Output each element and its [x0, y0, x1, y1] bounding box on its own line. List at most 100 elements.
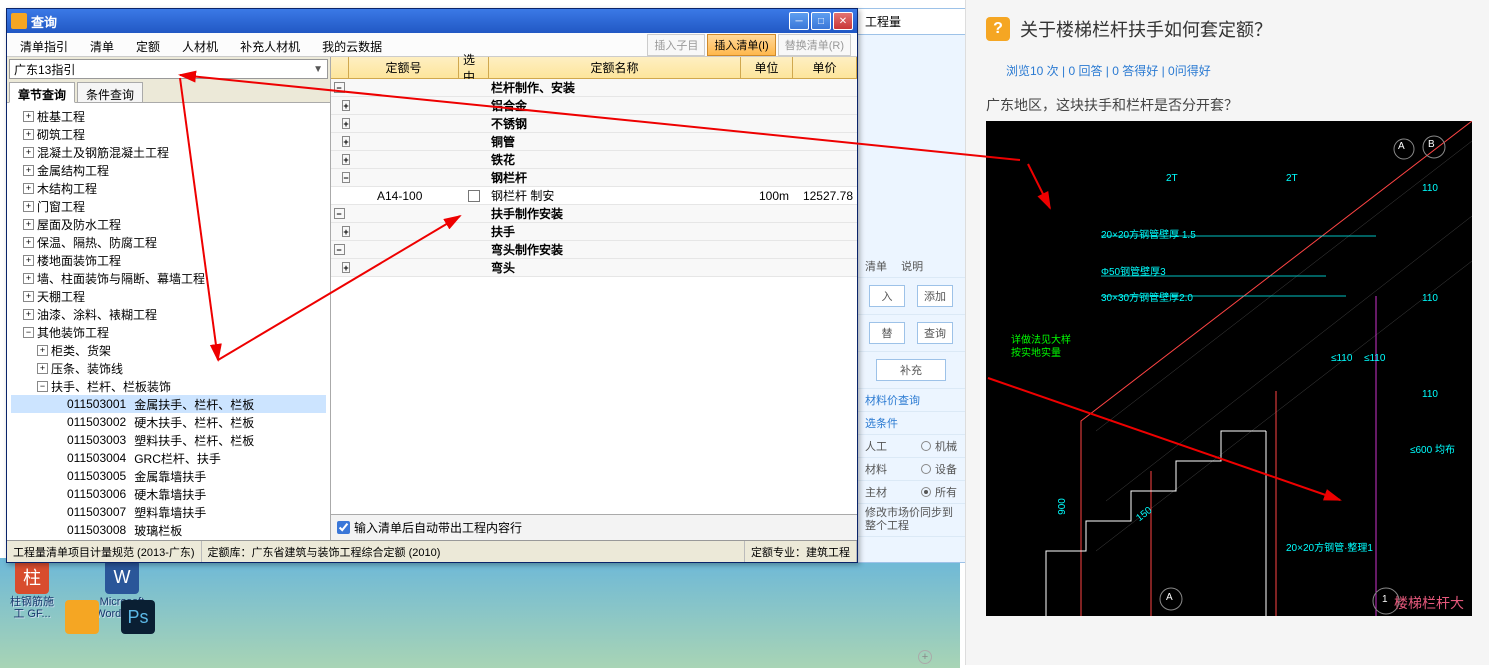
group-row[interactable]: +扶手	[331, 223, 857, 241]
group-row[interactable]: −钢栏杆	[331, 169, 857, 187]
expand-icon[interactable]: +	[342, 154, 349, 165]
tree-node[interactable]: 扶手、栏杆、栏板装饰	[11, 377, 326, 395]
group-row[interactable]: +铜管	[331, 133, 857, 151]
menu-2[interactable]: 定额	[125, 33, 171, 56]
menu-5[interactable]: 我的云数据	[311, 33, 393, 56]
group-row[interactable]: −栏杆制作、安装	[331, 79, 857, 97]
item-label: 硬木扶手、栏杆、栏板	[134, 414, 254, 431]
expand-icon[interactable]: −	[342, 172, 349, 183]
tree-node[interactable]: 保温、隔热、防腐工程	[11, 233, 326, 251]
tree-node[interactable]: 墙、柱面装饰与隔断、幕墙工程	[11, 269, 326, 287]
tree-node[interactable]: 压条、装饰线	[11, 359, 326, 377]
tree-node[interactable]: 011503005金属靠墙扶手	[11, 467, 326, 485]
desktop-icon-ps[interactable]: Ps	[108, 600, 168, 634]
expand-icon[interactable]: −	[334, 82, 345, 93]
close-button[interactable]: ✕	[833, 12, 853, 30]
expand-icon[interactable]	[23, 273, 34, 284]
expand-icon[interactable]	[37, 381, 48, 392]
item-label: 砌筑工程	[37, 126, 85, 143]
expand-icon[interactable]	[23, 111, 34, 122]
tab-condition-query[interactable]: 条件查询	[77, 82, 143, 103]
group-row[interactable]: +不锈钢	[331, 115, 857, 133]
expand-icon[interactable]	[23, 219, 34, 230]
tree-node[interactable]: 011503008玻璃栏板	[11, 521, 326, 539]
tab-bill[interactable]: 清单	[865, 258, 887, 274]
tree-node[interactable]: 桩基工程	[11, 107, 326, 125]
tree-node[interactable]: 暖气罩	[11, 539, 326, 540]
expand-icon[interactable]	[23, 309, 34, 320]
tree-node[interactable]: 金属结构工程	[11, 161, 326, 179]
group-row[interactable]: +铁花	[331, 151, 857, 169]
radio[interactable]	[921, 487, 931, 497]
expand-icon[interactable]: +	[342, 118, 349, 129]
btn-insert-bill[interactable]: 插入清单(I)	[707, 34, 775, 56]
tree-node[interactable]: 混凝土及钢筋混凝土工程	[11, 143, 326, 161]
btn-enter[interactable]: 入	[869, 285, 905, 307]
tab-desc[interactable]: 说明	[901, 258, 923, 274]
menu-3[interactable]: 人材机	[171, 33, 229, 56]
expand-icon[interactable]	[23, 327, 34, 338]
group-row[interactable]: −弯头制作安装	[331, 241, 857, 259]
expand-icon[interactable]	[23, 129, 34, 140]
tree-node[interactable]: 门窗工程	[11, 197, 326, 215]
tree-node[interactable]: 砌筑工程	[11, 125, 326, 143]
expand-icon[interactable]	[23, 147, 34, 158]
tree-node[interactable]: 011503002硬木扶手、栏杆、栏板	[11, 413, 326, 431]
select-checkbox[interactable]	[468, 190, 480, 202]
tree-node[interactable]: 天棚工程	[11, 287, 326, 305]
titlebar[interactable]: 查询 ─ □ ✕	[7, 9, 857, 33]
expand-icon[interactable]	[23, 255, 34, 266]
quota-grid[interactable]: −栏杆制作、安装+铝合金+不锈钢+铜管+铁花−钢栏杆A14-100钢栏杆 制安1…	[331, 79, 857, 514]
group-row[interactable]: +铝合金	[331, 97, 857, 115]
tree-node[interactable]: 楼地面装饰工程	[11, 251, 326, 269]
tree-node[interactable]: 木结构工程	[11, 179, 326, 197]
expand-icon[interactable]: +	[342, 100, 349, 111]
radio[interactable]	[921, 464, 931, 474]
tree-node[interactable]: 011503004GRC栏杆、扶手	[11, 449, 326, 467]
expand-icon[interactable]	[23, 201, 34, 212]
tree-node[interactable]: 011503007塑料靠墙扶手	[11, 503, 326, 521]
radio[interactable]	[921, 441, 931, 451]
data-row[interactable]: A14-100钢栏杆 制安100m12527.78	[331, 187, 857, 205]
tree-node[interactable]: 011503001金属扶手、栏杆、栏板	[11, 395, 326, 413]
expand-icon[interactable]	[23, 237, 34, 248]
expand-icon[interactable]	[23, 183, 34, 194]
panel-tab-gcl[interactable]: 工程量	[857, 9, 965, 35]
btn-supplement[interactable]: 补充	[876, 359, 946, 381]
auto-fill-checkbox[interactable]	[337, 521, 350, 534]
tree-node[interactable]: 011503006硬木靠墙扶手	[11, 485, 326, 503]
expand-icon[interactable]: +	[342, 136, 349, 147]
filter-left: 主材	[865, 484, 887, 500]
tab-chapter-query[interactable]: 章节查询	[9, 82, 75, 103]
category-tree[interactable]: 桩基工程砌筑工程混凝土及钢筋混凝土工程金属结构工程木结构工程门窗工程屋面及防水工…	[7, 103, 330, 540]
btn-add[interactable]: 添加	[917, 285, 953, 307]
tree-node[interactable]: 011503003塑料扶手、栏杆、栏板	[11, 431, 326, 449]
tree-node[interactable]: 柜类、货架	[11, 341, 326, 359]
add-button[interactable]: +	[918, 650, 932, 664]
tree-node[interactable]: 油漆、涂料、裱糊工程	[11, 305, 326, 323]
tree-node[interactable]: 其他装饰工程	[11, 323, 326, 341]
expand-icon[interactable]	[23, 165, 34, 176]
guide-combo[interactable]: 广东13指引 ▼	[9, 59, 328, 79]
expand-icon[interactable]	[23, 291, 34, 302]
maximize-button[interactable]: □	[811, 12, 831, 30]
expand-icon[interactable]: −	[334, 244, 345, 255]
question-stats[interactable]: 浏览10 次 | 0 回答 | 0 答得好 | 0问得好	[1006, 64, 1211, 78]
desktop-icon-app[interactable]	[52, 600, 112, 634]
expand-icon[interactable]: +	[342, 226, 349, 237]
link-material-price[interactable]: 材料价查询	[865, 392, 920, 408]
sync-option[interactable]: 修改市场价同步到整个工程	[857, 504, 965, 537]
minimize-button[interactable]: ─	[789, 12, 809, 30]
btn-replace[interactable]: 替	[869, 322, 905, 344]
expand-icon[interactable]: +	[342, 262, 349, 273]
btn-query[interactable]: 查询	[917, 322, 953, 344]
tree-node[interactable]: 屋面及防水工程	[11, 215, 326, 233]
menu-4[interactable]: 补充人材机	[229, 33, 311, 56]
group-row[interactable]: +弯头	[331, 259, 857, 277]
menu-0[interactable]: 清单指引	[9, 33, 79, 56]
group-row[interactable]: −扶手制作安装	[331, 205, 857, 223]
expand-icon[interactable]	[37, 363, 48, 374]
menu-1[interactable]: 清单	[79, 33, 125, 56]
expand-icon[interactable]: −	[334, 208, 345, 219]
expand-icon[interactable]	[37, 345, 48, 356]
